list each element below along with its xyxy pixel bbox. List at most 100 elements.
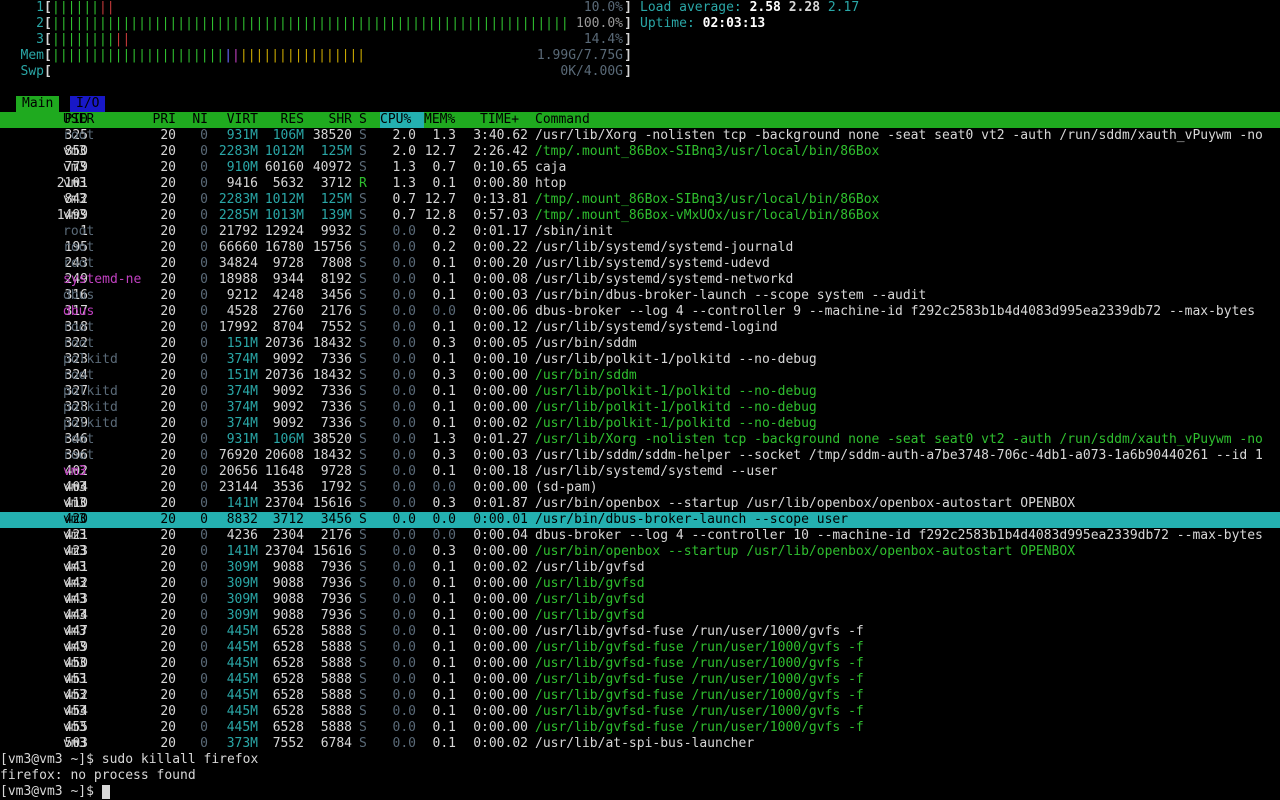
cell-command: /usr/lib/gvfsd-fuse /run/user/1000/gvfs … <box>535 672 864 687</box>
cell-res: 3712 <box>272 512 304 527</box>
table-row[interactable]: 442 vm3 20 0 309M 9088 7936 S 0.0 0.1 0:00.00/usr/… <box>0 576 1280 592</box>
table-row[interactable]: 503 vm3 20 0 373M 7552 6784 S 0.0 0.1 0:00.02/usr/… <box>0 736 1280 752</box>
table-row[interactable]: 324 root 20 0 151M 20736 18432 S 0.0 0.3 0:00.00/u… <box>0 368 1280 384</box>
cell-virt: 373M <box>226 736 258 751</box>
terminal-cursor[interactable] <box>101 784 110 799</box>
meter-open-bracket: [ <box>44 0 52 15</box>
cell-cpu-time: 0:00.00 <box>473 672 528 687</box>
cell-command: (sd-pam) <box>535 480 598 495</box>
table-row[interactable]: 316 dbus 20 0 9212 4248 3456 S 0.0 0.1 0:00.03/usr… <box>0 288 1280 304</box>
table-row[interactable]: 410 vm3 20 0 141M 23704 15616 S 0.0 0.3 0:01.87/us… <box>0 496 1280 512</box>
cell-user: vm3 <box>63 720 87 735</box>
cell-nice: 0 <box>200 144 208 159</box>
cell-mem-percent: 0.1 <box>432 640 456 655</box>
table-row[interactable]: 317 dbus 20 0 4528 2760 2176 S 0.0 0.0 0:00.06 dbus… <box>0 304 1280 320</box>
cell-cpu-percent: 1.3 <box>392 176 416 191</box>
col-state[interactable]: S <box>359 112 371 128</box>
cell-mem-percent: 0.1 <box>432 320 456 335</box>
table-row[interactable]: 423 vm3 20 0 141M 23704 15616 S 0.0 0.3 0:00.00/us… <box>0 544 1280 560</box>
cell-res: 5632 <box>272 176 304 191</box>
table-row[interactable]: 325 root 20 0 931M 106M 38520 S 2.0 1.3 3:40.62/us… <box>0 128 1280 144</box>
table-row[interactable]: 396 root 20 0 76920 20608 18432 S 0.0 0.3 0:00.03/… <box>0 448 1280 464</box>
cell-cpu-percent: 0.0 <box>392 288 416 303</box>
cell-cpu-time: 0:00.00 <box>473 400 528 415</box>
table-row[interactable]: 455 vm3 20 0 445M 6528 5888 S 0.0 0.1 0:00.00/usr/… <box>0 720 1280 736</box>
cell-cpu-time: 0:00.00 <box>473 640 528 655</box>
table-row[interactable]: 443 vm3 20 0 309M 9088 7936 S 0.0 0.1 0:00.00/usr/… <box>0 592 1280 608</box>
cell-priority: 20 <box>160 256 176 271</box>
col-virt[interactable]: VIRT <box>208 112 258 128</box>
cell-state: S <box>359 144 367 159</box>
cell-res: 9092 <box>272 352 304 367</box>
cell-nice: 0 <box>200 192 208 207</box>
col-pri[interactable]: PRI <box>140 112 176 128</box>
col-ni[interactable]: NI <box>176 112 208 128</box>
cell-cpu-percent: 2.0 <box>392 144 416 159</box>
cell-priority: 20 <box>160 544 176 559</box>
table-row[interactable]: 329 polkitd 20 0 374M 9092 7336 S 0.0 0.1 0:00.02/… <box>0 416 1280 432</box>
table-row[interactable]: 451 vm3 20 0 445M 6528 5888 S 0.0 0.1 0:00.00/usr/… <box>0 672 1280 688</box>
col-cpu[interactable]: CPU% <box>380 112 424 128</box>
col-time[interactable]: TIME+ <box>480 112 519 128</box>
table-row[interactable]: 195 root 20 0 66660 16780 15756 S 0.0 0.2 0:00.22/… <box>0 240 1280 256</box>
table-row[interactable]: 323 polkitd 20 0 374M 9092 7336 S 0.0 0.1 0:00.10/… <box>0 352 1280 368</box>
tab-io[interactable]: I/O <box>70 96 106 112</box>
table-row[interactable]: 449 vm3 20 0 445M 6528 5888 S 0.0 0.1 0:00.00/usr/… <box>0 640 1280 656</box>
table-row[interactable]: 1499 vm3 20 0 2285M 1013M 139M S 0.7 12.8 0:57.03/… <box>0 208 1280 224</box>
cell-state: S <box>359 496 367 511</box>
cell-cpu-percent: 0.0 <box>392 368 416 383</box>
cell-cpu-time: 0:00.00 <box>473 688 528 703</box>
col-user[interactable]: USER <box>63 112 143 128</box>
table-row[interactable]: 404 vm3 20 0 23144 3536 1792 S 0.0 0.0 0:00.00 (sd-… <box>0 480 1280 496</box>
table-row[interactable]: 842 vm3 20 0 2283M 1012M 125M S 0.7 12.7 0:13.81/t… <box>0 192 1280 208</box>
cell-virt: 374M <box>226 400 258 415</box>
col-mem[interactable]: MEM% <box>424 112 456 128</box>
cell-res: 9092 <box>272 384 304 399</box>
table-row[interactable]: 421 vm3 20 0 4236 2304 2176 S 0.0 0.0 0:00.04 dbus-… <box>0 528 1280 544</box>
col-shr[interactable]: SHR <box>304 112 352 128</box>
table-row[interactable]: 452 vm3 20 0 445M 6528 5888 S 0.0 0.1 0:00.00/usr/… <box>0 688 1280 704</box>
cell-state: S <box>359 336 367 351</box>
meter-mem: Mem[||||||||||||||||||||||||||||||||||||… <box>0 48 632 64</box>
table-row[interactable]: 2101 vm3 20 0 9416 5632 3712 R 1.3 0.1 0:00.80 htop <box>0 176 1280 192</box>
table-row[interactable]: 850 vm3 20 0 2283M 1012M 125M S 2.0 12.7 2:26.42/t… <box>0 144 1280 160</box>
table-row[interactable]: 249 systemd-ne 20 0 18988 9344 8192 S 0.0 0.1 0:00… <box>0 272 1280 288</box>
table-row[interactable]: 450 vm3 20 0 445M 6528 5888 S 0.0 0.1 0:00.00/usr/… <box>0 656 1280 672</box>
cell-cpu-percent: 0.0 <box>392 240 416 255</box>
cell-virt: 931M <box>226 432 258 447</box>
meter-label: Swp <box>20 64 44 79</box>
table-row[interactable]: 447 vm3 20 0 445M 6528 5888 S 0.0 0.1 0:00.00/usr/… <box>0 624 1280 640</box>
table-row[interactable]: 318 root 20 0 17992 8704 7552 S 0.0 0.1 0:00.12/us… <box>0 320 1280 336</box>
cell-res: 23704 <box>264 496 304 511</box>
col-command[interactable]: Command <box>535 112 1280 128</box>
cell-user: root <box>63 336 95 351</box>
table-row[interactable]: 322 root 20 0 151M 20736 18432 S 0.0 0.3 0:00.05/u… <box>0 336 1280 352</box>
table-row[interactable]: 441 vm3 20 0 309M 9088 7936 S 0.0 0.1 0:00.02/usr/… <box>0 560 1280 576</box>
table-row[interactable]: 1 root 20 0 21792 12924 9932 S 0.0 0.2 0:01.17/sbi… <box>0 224 1280 240</box>
cell-cpu-time: 0:00.02 <box>473 416 528 431</box>
cell-nice: 0 <box>200 560 208 575</box>
meter-value: 1.99G/7.75G <box>536 48 623 63</box>
table-row[interactable]: 328 polkitd 20 0 374M 9092 7336 S 0.0 0.1 0:00.00/… <box>0 400 1280 416</box>
cell-nice: 0 <box>200 320 208 335</box>
cell-user: vm3 <box>63 544 87 559</box>
table-row[interactable]: 444 vm3 20 0 309M 9088 7936 S 0.0 0.1 0:00.00/usr/… <box>0 608 1280 624</box>
cell-user: vm3 <box>63 512 87 527</box>
table-row[interactable]: 454 vm3 20 0 445M 6528 5888 S 0.0 0.1 0:00.00/usr/… <box>0 704 1280 720</box>
table-row[interactable]: 243 root 20 0 34824 9728 7808 S 0.0 0.1 0:00.20/us… <box>0 256 1280 272</box>
cell-mem-percent: 0.3 <box>432 368 456 383</box>
cell-mem-percent: 0.1 <box>432 736 456 751</box>
meter-swp: Swp[0K/4.00G] <box>0 64 632 80</box>
cell-cpu-time: 0:01.17 <box>473 224 528 239</box>
table-row[interactable]: 346 root 20 0 931M 106M 38520 S 0.0 1.3 0:01.27/us… <box>0 432 1280 448</box>
table-row-selected[interactable]: 420 vm3 20 0 8832 3712 3456 S 0.0 0.0 0:00.01/usr/… <box>0 512 1280 528</box>
table-row[interactable]: 402 vm3 20 0 20656 11648 9728 S 0.0 0.1 0:00.18/us… <box>0 464 1280 480</box>
cell-virt: 309M <box>226 592 258 607</box>
col-res[interactable]: RES <box>258 112 304 128</box>
cell-command: /usr/lib/at-spi-bus-launcher <box>535 736 755 751</box>
table-row[interactable]: 779 vm3 20 0 910M 60160 40972 S 1.3 0.7 0:10.65 caj… <box>0 160 1280 176</box>
cell-command: htop <box>535 176 567 191</box>
table-row[interactable]: 327 polkitd 20 0 374M 9092 7336 S 0.0 0.1 0:00.00/… <box>0 384 1280 400</box>
tab-main[interactable]: Main <box>16 96 60 112</box>
cell-virt: 76920 <box>218 448 258 463</box>
